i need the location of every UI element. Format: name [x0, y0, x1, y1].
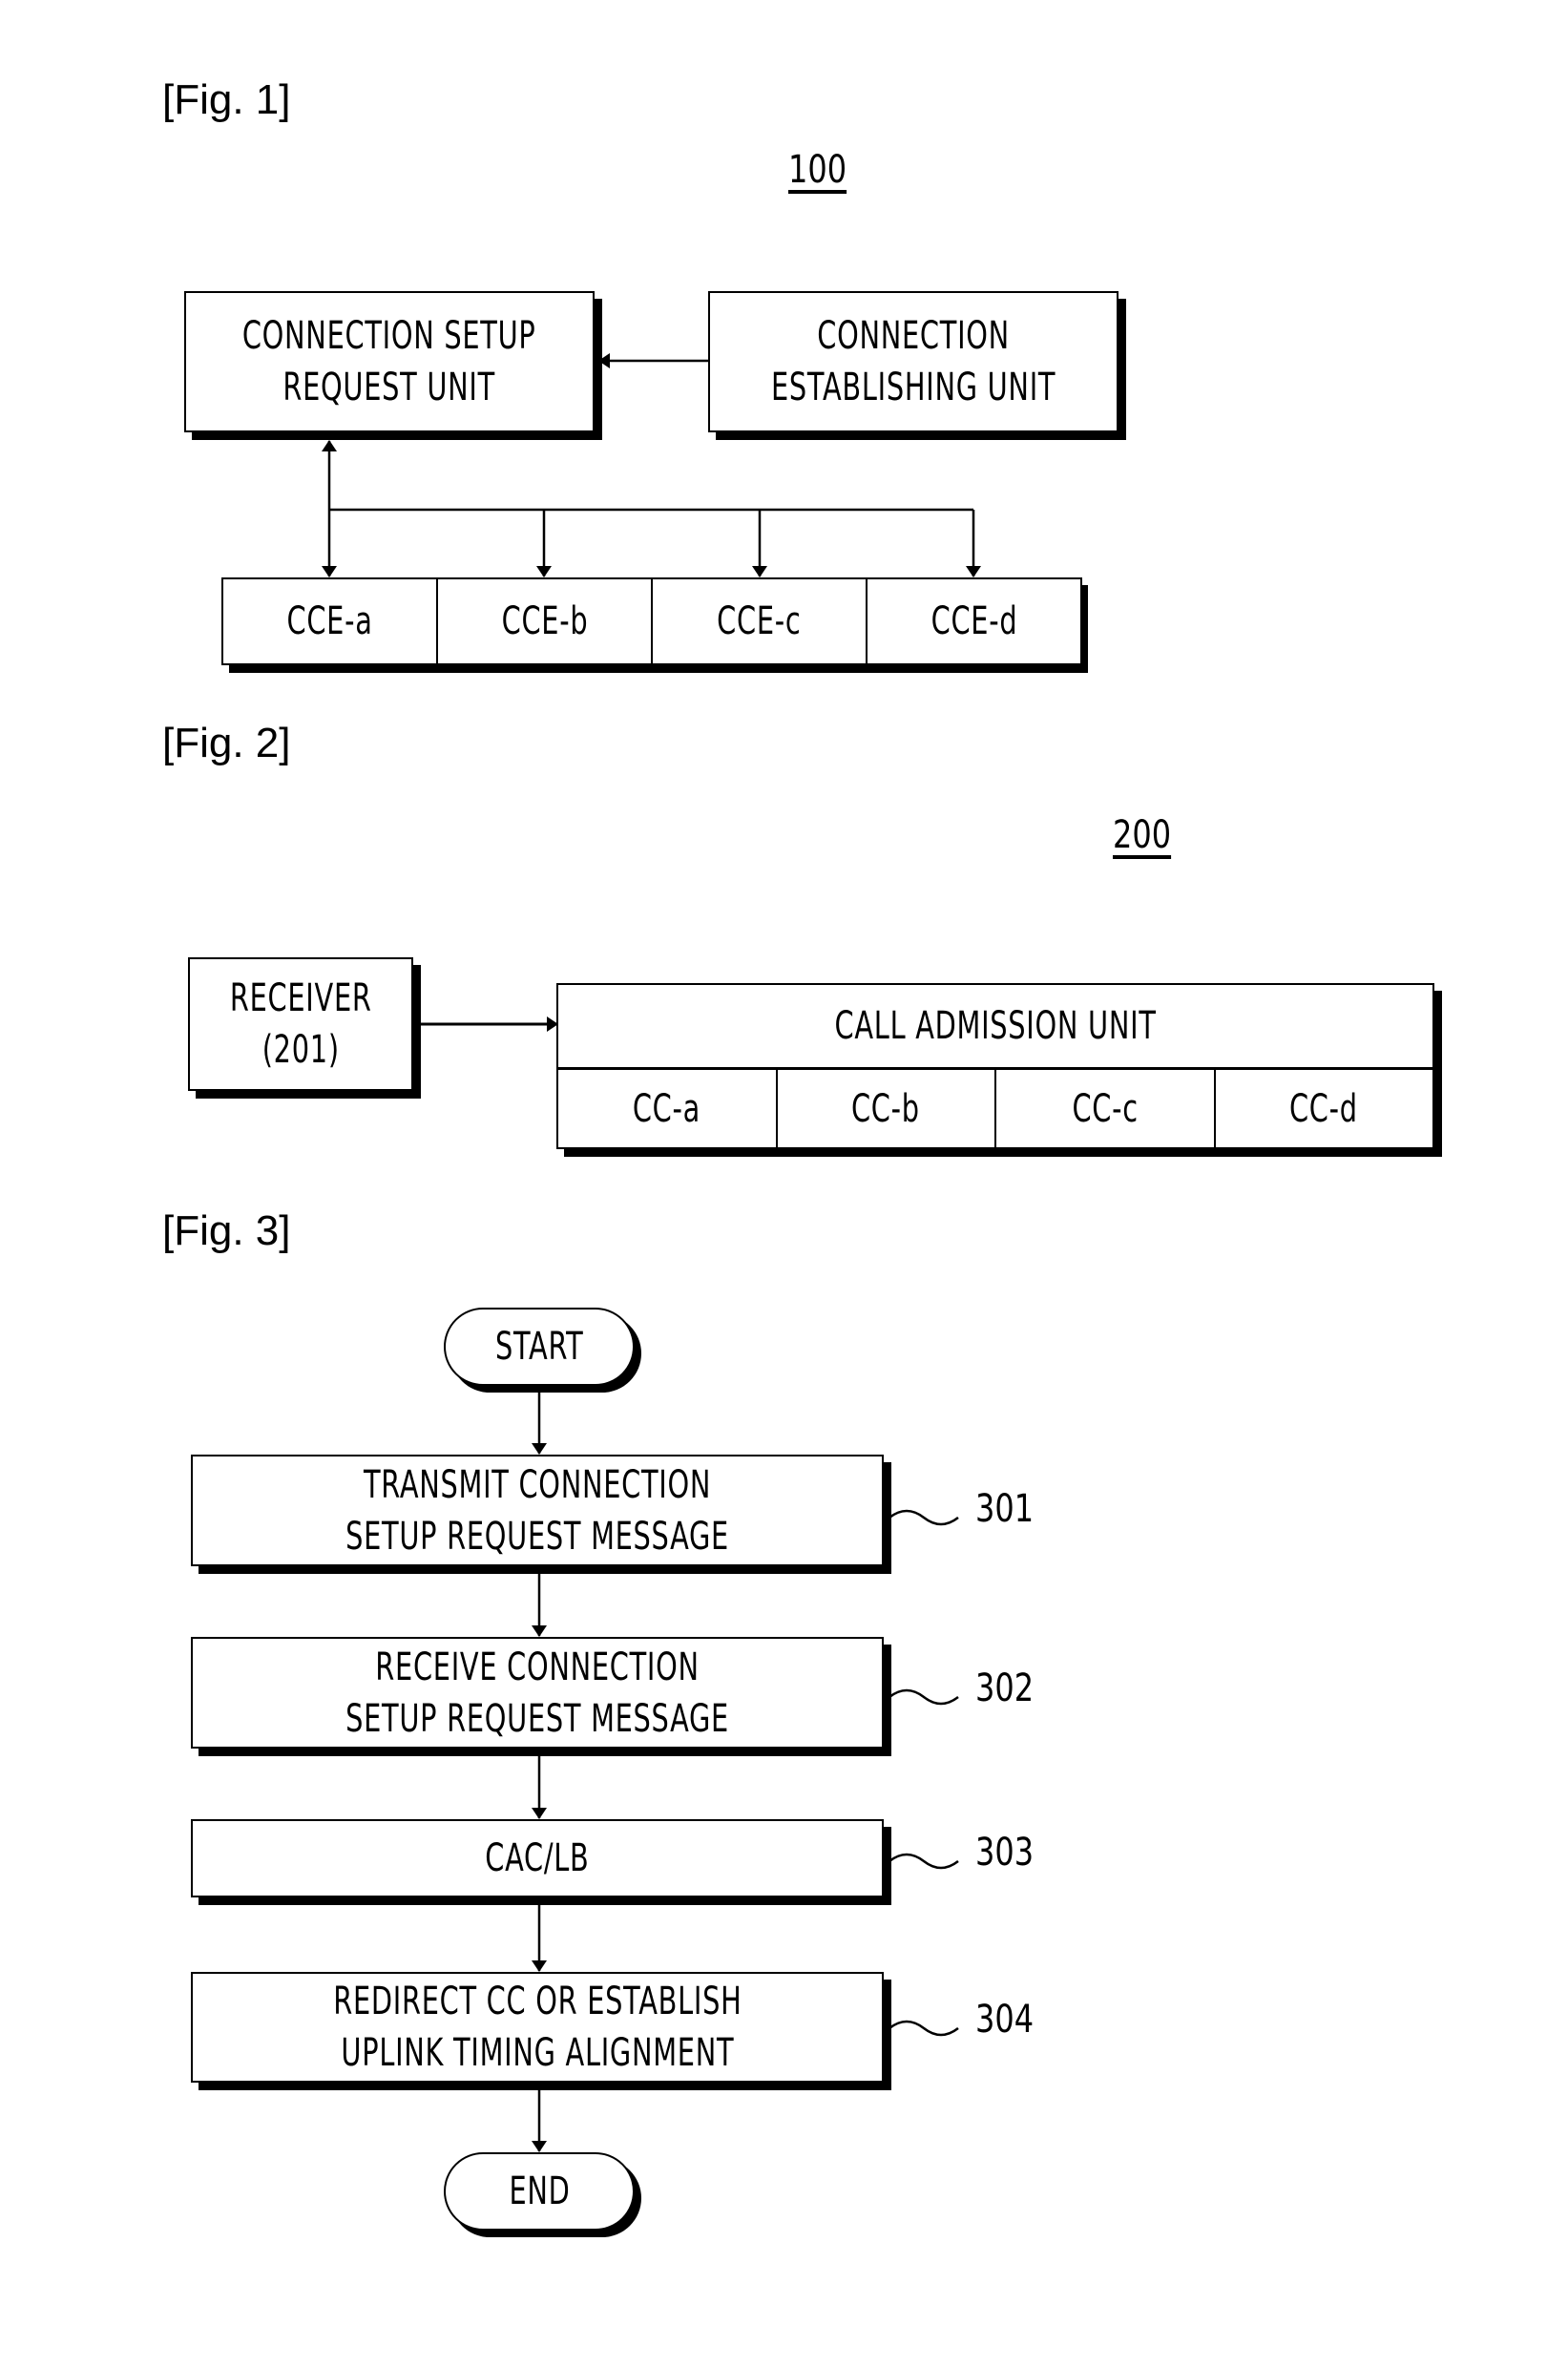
cc-label: CC-a — [633, 1087, 701, 1131]
step-line: REDIRECT CC OR ESTABLISH — [332, 1980, 742, 2023]
step-303: CAC/LB — [191, 1819, 884, 1897]
step-ref-301: 301 — [975, 1487, 1035, 1531]
cc-d: CC-d — [1216, 1070, 1433, 1148]
fig2-label: [Fig. 2] — [162, 720, 291, 766]
cce-c: CCE-c — [651, 577, 868, 665]
end-terminal: END — [444, 2152, 635, 2231]
step-301: TRANSMIT CONNECTION SETUP REQUEST MESSAGE — [191, 1455, 884, 1566]
step-line: CAC/LB — [485, 1836, 590, 1880]
fig3-label: [Fig. 3] — [162, 1207, 291, 1254]
cce-label: CCE-d — [930, 599, 1017, 643]
box-line: REQUEST UNIT — [282, 366, 496, 409]
fig1-label: [Fig. 1] — [162, 76, 291, 123]
cc-row: CC-a CC-b CC-c CC-d — [558, 1070, 1432, 1148]
step-302: RECEIVE CONNECTION SETUP REQUEST MESSAGE — [191, 1637, 884, 1749]
cce-d: CCE-d — [866, 577, 1082, 665]
fig2-ref: 200 — [1113, 813, 1172, 857]
fig1-ref: 100 — [788, 148, 847, 192]
connection-establishing-unit: CONNECTION ESTABLISHING UNIT — [708, 291, 1119, 432]
step-ref-304: 304 — [975, 1998, 1035, 2042]
step-304: REDIRECT CC OR ESTABLISH UPLINK TIMING AL… — [191, 1972, 884, 2083]
step-line: RECEIVE CONNECTION — [375, 1645, 700, 1689]
step-line: SETUP REQUEST MESSAGE — [345, 1514, 729, 1559]
cce-label: CCE-c — [717, 599, 802, 643]
cce-b: CCE-b — [436, 577, 653, 665]
cc-label: CC-b — [851, 1087, 921, 1131]
step-line: SETUP REQUEST MESSAGE — [345, 1696, 729, 1741]
cc-label: CC-d — [1289, 1087, 1359, 1131]
receiver-box: RECEIVER (201) — [188, 957, 413, 1091]
cce-group: CCE-a CCE-b CCE-c CCE-d — [221, 577, 1082, 665]
connection-setup-request-unit: CONNECTION SETUP REQUEST UNIT — [184, 291, 595, 432]
step-line: TRANSMIT CONNECTION — [363, 1462, 712, 1507]
leader-301 — [889, 1509, 959, 1526]
cc-c: CC-c — [996, 1070, 1216, 1148]
end-label: END — [508, 2169, 571, 2213]
box-line: CONNECTION — [817, 314, 1010, 358]
cce-a: CCE-a — [221, 577, 438, 665]
leader-303 — [889, 1853, 959, 1870]
call-admission-unit-header: CALL ADMISSION UNIT — [558, 985, 1432, 1070]
cc-a: CC-a — [558, 1070, 778, 1148]
start-label: START — [494, 1325, 584, 1369]
leader-302 — [889, 1688, 959, 1706]
leader-304 — [889, 2020, 959, 2037]
cce-label: CCE-b — [501, 599, 588, 643]
call-admission-unit: CALL ADMISSION UNIT CC-a CC-b CC-c CC-d — [556, 983, 1434, 1149]
box-line: CONNECTION SETUP — [242, 314, 536, 358]
box-line: ESTABLISHING UNIT — [770, 366, 1056, 409]
cce-label: CCE-a — [286, 599, 373, 643]
start-terminal: START — [444, 1308, 635, 1386]
cc-label: CC-c — [1072, 1087, 1139, 1131]
step-line: UPLINK TIMING ALIGNMENT — [341, 2031, 734, 2075]
cau-label: CALL ADMISSION UNIT — [834, 1004, 1157, 1048]
box-line: (201) — [261, 1028, 340, 1072]
cc-b: CC-b — [778, 1070, 996, 1148]
step-ref-303: 303 — [975, 1831, 1035, 1875]
box-line: RECEIVER — [229, 976, 372, 1020]
step-ref-302: 302 — [975, 1666, 1035, 1710]
